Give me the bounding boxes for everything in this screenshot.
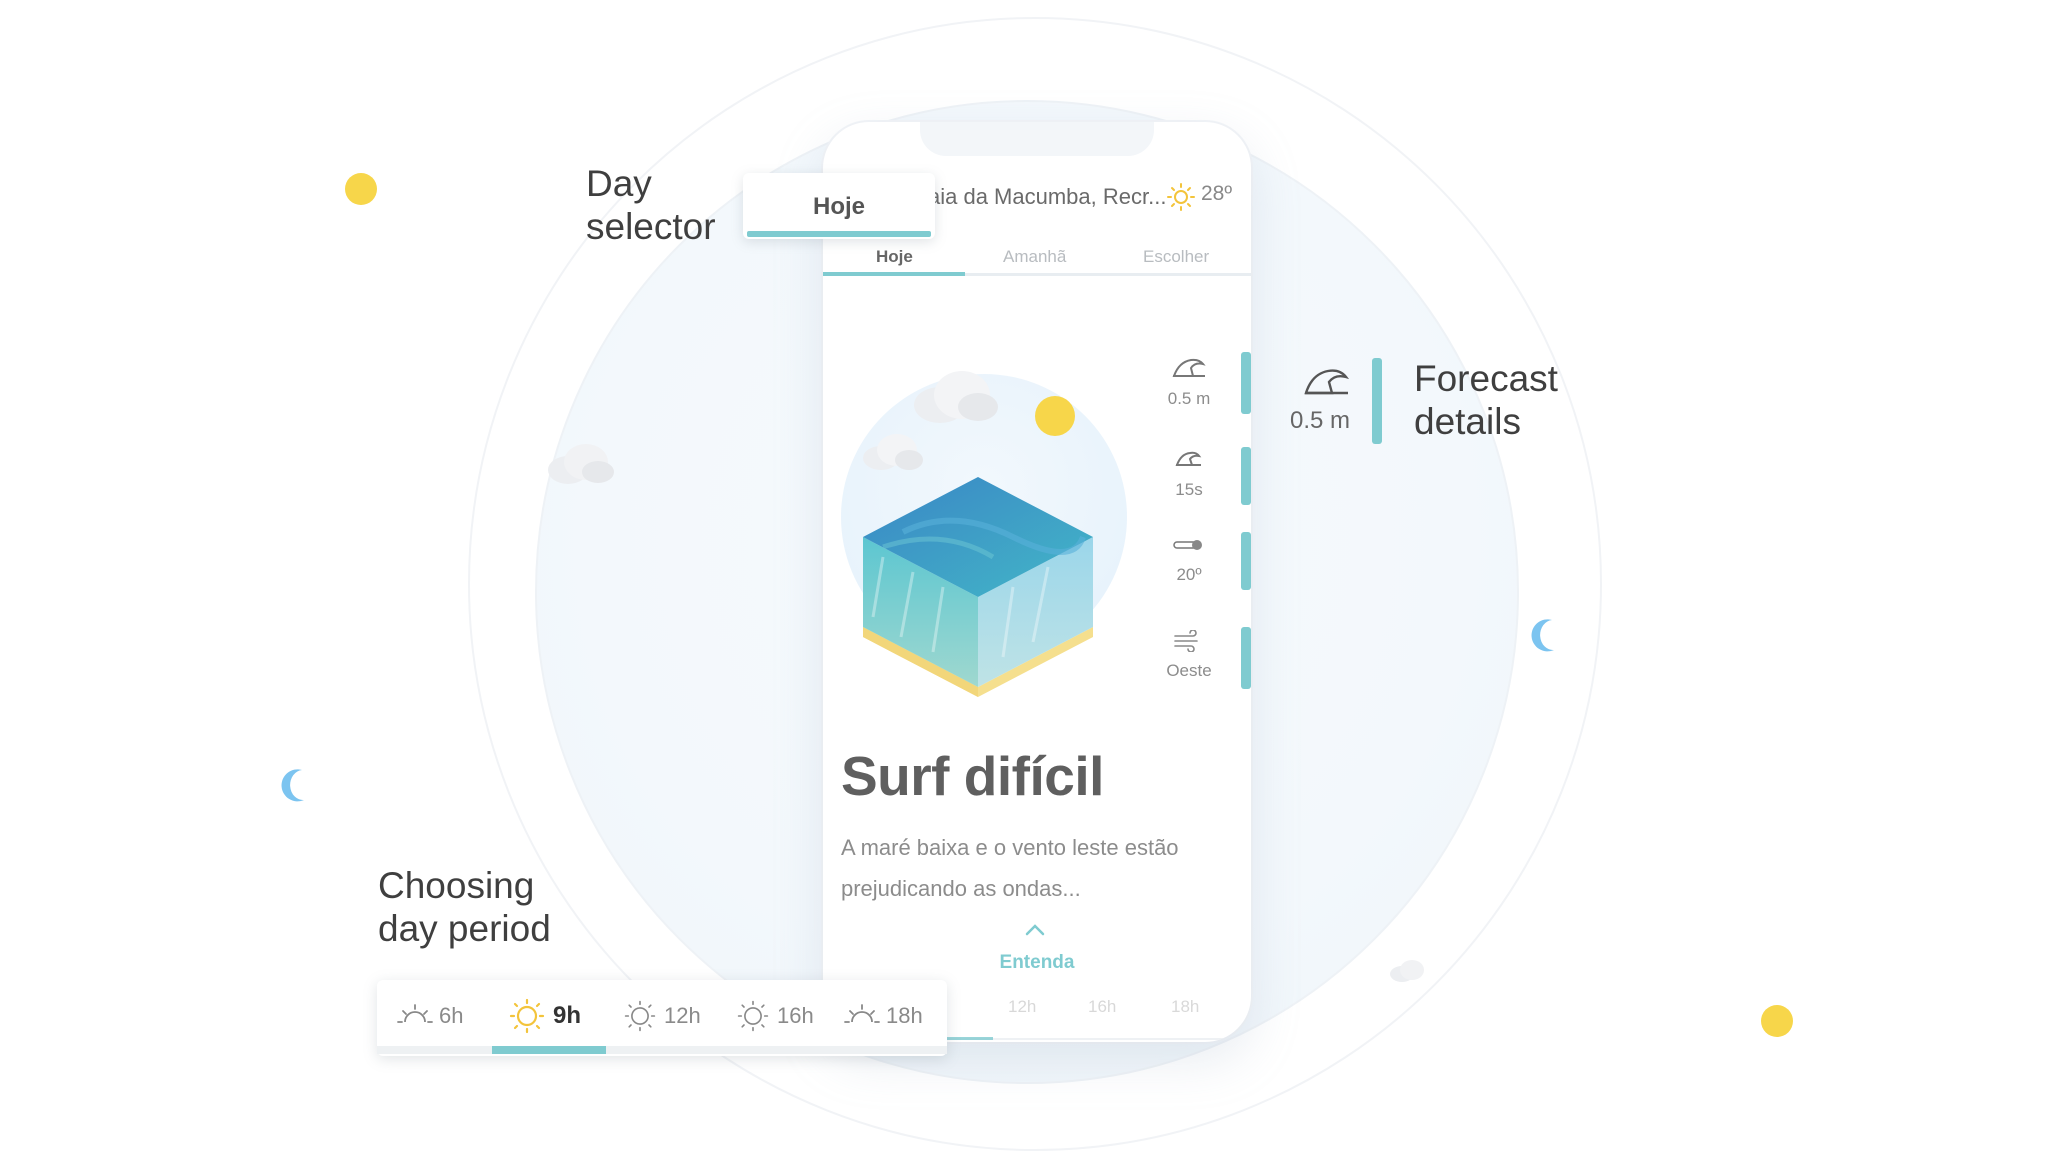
forecast-detail-bar — [1372, 358, 1382, 444]
tab-amanha[interactable]: Amanhã — [1003, 247, 1066, 267]
phone-period-label[interactable]: 18h — [1171, 997, 1199, 1017]
moon-decoration-icon — [1531, 619, 1554, 652]
callout-line: Forecast — [1414, 358, 1558, 399]
tab-escolher[interactable]: Escolher — [1143, 247, 1209, 267]
sun-icon — [509, 998, 545, 1034]
sun-outline-icon — [737, 1000, 769, 1032]
water-temperature-bar — [1241, 532, 1251, 590]
water-temperature-value: 20º — [1176, 565, 1202, 584]
cloud-decoration-icon — [548, 444, 614, 484]
tab-indicator — [823, 272, 965, 276]
cloud-icon — [914, 371, 998, 423]
callout-line: Choosing — [378, 865, 535, 906]
phone-frame: aia da Macumba, Recr... 28º Hoje Amanhã … — [823, 122, 1251, 1042]
callout-line: selector — [586, 206, 716, 247]
wind-icon — [1174, 630, 1198, 652]
callout-line: details — [1414, 401, 1521, 442]
ocean-cube-illustration — [863, 477, 1093, 697]
period-label: 18h — [886, 1003, 923, 1028]
moon-decoration-icon — [281, 769, 304, 802]
cloud-icon — [863, 434, 923, 470]
day-tabs: Hoje Amanhã Escolher — [823, 239, 1251, 276]
chevron-up-icon[interactable] — [1023, 922, 1047, 938]
temperature-label: 28º — [1201, 182, 1233, 205]
wave-period-icon — [1175, 451, 1202, 466]
forecast-detail-value: 0.5 m — [1290, 407, 1351, 434]
period-label: 16h — [777, 1003, 814, 1028]
surf-description: A maré baixa e o vento leste estão preju… — [841, 835, 1179, 901]
weather-sun-icon — [1167, 183, 1195, 211]
phone-notch — [920, 122, 1154, 156]
sun-decoration-icon — [345, 173, 377, 205]
day-card-label: Hoje — [812, 193, 865, 220]
period-label: 12h — [664, 1003, 701, 1028]
day-card-underline — [747, 231, 931, 237]
day-selector-title: Day selector — [586, 162, 716, 248]
wave-height-icon — [1172, 358, 1206, 377]
location-label[interactable]: aia da Macumba, Recr... — [928, 184, 1166, 210]
sunrise-icon — [397, 1004, 433, 1023]
callout-line: Day — [586, 163, 652, 204]
wave-height-bar — [1241, 352, 1251, 414]
period-item-18h[interactable]: 18h — [844, 998, 923, 1034]
day-selector-card[interactable]: Hoje — [743, 173, 935, 239]
wave-period-bar — [1241, 447, 1251, 505]
choosing-period-title: Choosing day period — [378, 864, 551, 950]
period-item-9h[interactable]: 9h — [507, 998, 581, 1034]
period-selector-card: 6h 9h 12h 16h 18h — [377, 980, 947, 1056]
wind-direction-value: Oeste — [1166, 661, 1212, 680]
period-item-12h[interactable]: 12h — [622, 998, 701, 1034]
scene-sun-icon — [1035, 396, 1075, 436]
period-label: 9h — [553, 1002, 582, 1029]
thermometer-icon — [1173, 540, 1202, 550]
phone-period-label[interactable]: 16h — [1088, 997, 1116, 1017]
sunset-icon — [844, 1004, 880, 1023]
wave-icon — [1304, 369, 1350, 395]
entenda-link[interactable]: Entenda — [823, 952, 1251, 974]
period-item-16h[interactable]: 16h — [735, 998, 814, 1034]
wave-height-value: 0.5 m — [1167, 389, 1211, 408]
period-label: 6h — [439, 1003, 464, 1028]
period-item-6h[interactable]: 6h — [397, 998, 463, 1034]
period-track — [377, 1046, 947, 1054]
forecast-details-title: Forecast details — [1414, 357, 1558, 443]
sun-decoration-icon — [1761, 1005, 1793, 1037]
sun-outline-icon — [624, 1000, 656, 1032]
phone-period-row: 9h 12h 16h 18h — [913, 997, 1243, 1027]
callout-line: day period — [378, 908, 551, 949]
surf-headline: Surf difícil — [841, 745, 1104, 807]
period-indicator — [492, 1046, 606, 1054]
wind-bar — [1241, 627, 1251, 689]
wave-period-value: 15s — [1175, 480, 1203, 499]
cloud-decoration-icon — [1390, 960, 1424, 982]
phone-period-label[interactable]: 12h — [1008, 997, 1036, 1017]
tab-hoje[interactable]: Hoje — [876, 247, 913, 267]
